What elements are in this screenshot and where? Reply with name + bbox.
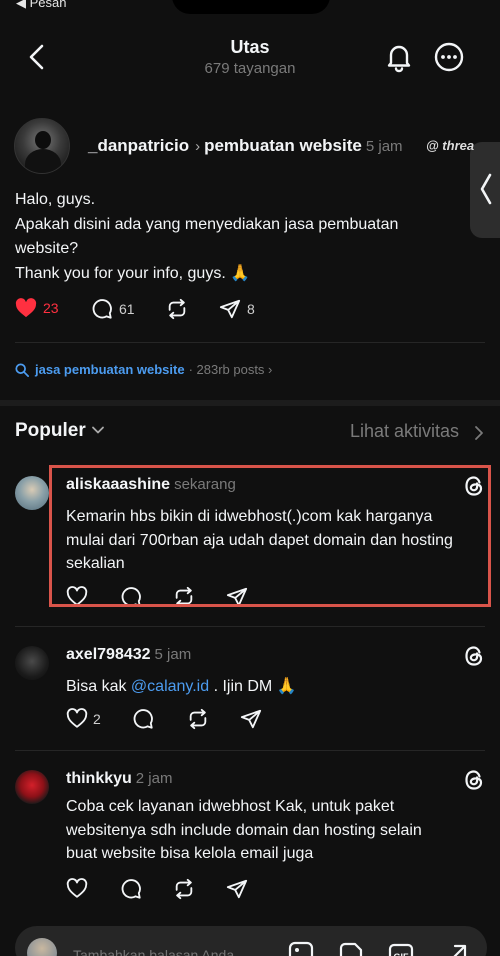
view-activity-link[interactable]: Lihat aktivitas bbox=[350, 421, 459, 442]
post-line: Thank you for your info, guys. 🙏 bbox=[15, 264, 251, 282]
like-count: 23 bbox=[43, 300, 59, 316]
topic-tag-label: jasa pembuatan website bbox=[35, 362, 185, 377]
reply-time: 5 jam bbox=[154, 646, 192, 663]
search-icon bbox=[15, 362, 29, 377]
status-back-label[interactable]: ◀ Pesan bbox=[16, 0, 66, 11]
heart-icon[interactable] bbox=[66, 878, 88, 900]
expand-icon[interactable] bbox=[443, 940, 471, 956]
post-username[interactable]: _danpatricio bbox=[88, 136, 189, 155]
heart-icon[interactable] bbox=[66, 708, 88, 730]
threads-logo-icon[interactable] bbox=[462, 644, 486, 668]
post-line: website? bbox=[15, 240, 79, 257]
share-icon[interactable] bbox=[226, 878, 248, 900]
chevron-down-icon[interactable] bbox=[91, 423, 105, 437]
reply-actions bbox=[66, 878, 326, 904]
reply-time: 2 jam bbox=[135, 770, 173, 787]
view-count: 679 tayangan bbox=[204, 60, 296, 77]
reply-body: Bisa kak @calany.id . Ijin DM 🙏 bbox=[66, 675, 491, 699]
sort-dropdown[interactable]: Populer bbox=[15, 420, 86, 442]
highlight-box bbox=[49, 465, 491, 607]
share-button[interactable]: 8 bbox=[219, 298, 255, 320]
more-icon[interactable] bbox=[432, 40, 466, 74]
share-count: 8 bbox=[247, 301, 255, 317]
avatar bbox=[27, 938, 57, 956]
status-bar: ◀ Pesan bbox=[0, 0, 500, 14]
reply-line: websitenya sdh include domain dan hostin… bbox=[66, 821, 422, 839]
reply-username-row: thinkkyu 2 jam bbox=[66, 770, 172, 788]
comment-icon bbox=[92, 299, 112, 319]
chevron-right-icon: › bbox=[195, 138, 201, 155]
comment-icon[interactable] bbox=[120, 878, 142, 900]
reply-actions: 2 bbox=[66, 708, 326, 734]
header: Utas 679 tayangan bbox=[0, 30, 500, 90]
heart-filled-icon bbox=[15, 298, 37, 318]
like-count: 2 bbox=[93, 711, 101, 727]
page-title: Utas bbox=[230, 37, 270, 57]
divider bbox=[15, 626, 485, 627]
gif-icon[interactable]: GIF bbox=[387, 940, 415, 956]
avatar[interactable] bbox=[14, 118, 70, 174]
avatar[interactable] bbox=[15, 646, 49, 680]
avatar[interactable] bbox=[15, 476, 49, 510]
divider bbox=[15, 342, 485, 343]
repost-icon[interactable] bbox=[186, 708, 210, 730]
section-divider bbox=[0, 400, 500, 406]
repost-button[interactable] bbox=[165, 298, 189, 320]
reply-username[interactable]: thinkkyu bbox=[66, 770, 132, 787]
comment-count: 61 bbox=[119, 301, 135, 317]
repost-icon[interactable] bbox=[172, 878, 196, 900]
reply-input[interactable] bbox=[73, 947, 273, 956]
threads-app-tag: @ threa bbox=[426, 138, 475, 153]
comment-icon[interactable] bbox=[132, 708, 154, 730]
avatar[interactable] bbox=[15, 770, 49, 804]
reply-text: . Ijin DM 🙏 bbox=[209, 678, 297, 695]
side-panel-tab[interactable] bbox=[470, 142, 500, 238]
share-icon bbox=[219, 299, 241, 319]
post-body: Halo, guys. Apakah disini ada yang menye… bbox=[15, 188, 435, 286]
topic-post-count: · 283rb posts › bbox=[188, 362, 273, 377]
side-chevron-icon bbox=[480, 173, 492, 205]
device-notch bbox=[172, 0, 330, 14]
reply-text: Bisa kak bbox=[66, 678, 131, 695]
post-topic[interactable]: pembuatan website bbox=[204, 136, 362, 155]
reply-username[interactable]: axel798432 bbox=[66, 646, 151, 663]
chevron-right-icon[interactable] bbox=[473, 425, 485, 441]
sticker-icon[interactable] bbox=[337, 940, 365, 956]
reply-username-row: axel798432 5 jam bbox=[66, 646, 191, 664]
post-meta: _danpatricio › pembuatan website 5 jam bbox=[88, 136, 403, 156]
comment-button[interactable]: 61 bbox=[91, 298, 135, 320]
reply-body: Coba cek layanan idwebhost Kak, untuk pa… bbox=[66, 795, 491, 866]
post-time: 5 jam bbox=[365, 138, 403, 155]
topic-tag-link[interactable]: jasa pembuatan website · 283rb posts › bbox=[15, 362, 272, 377]
post-actions: 23 61 8 bbox=[15, 296, 315, 324]
svg-text:GIF: GIF bbox=[394, 952, 410, 956]
threads-logo-icon[interactable] bbox=[462, 768, 486, 792]
divider bbox=[15, 750, 485, 751]
image-icon[interactable] bbox=[287, 940, 315, 956]
share-icon[interactable] bbox=[240, 708, 262, 730]
reply-composer: GIF bbox=[15, 926, 487, 956]
post-line: Halo, guys. bbox=[15, 191, 96, 208]
post-line: Apakah disini ada yang menyediakan jasa … bbox=[15, 215, 399, 233]
like-button[interactable]: 23 bbox=[15, 298, 59, 318]
replies-sort-row: Populer Lihat aktivitas bbox=[15, 420, 485, 444]
mention-link[interactable]: @calany.id bbox=[131, 678, 209, 695]
bell-icon[interactable] bbox=[382, 40, 416, 74]
reply-line: buat website bisa kelola email juga bbox=[66, 845, 314, 862]
reply-line: Coba cek layanan idwebhost Kak, untuk pa… bbox=[66, 798, 395, 815]
repost-icon bbox=[168, 298, 186, 320]
